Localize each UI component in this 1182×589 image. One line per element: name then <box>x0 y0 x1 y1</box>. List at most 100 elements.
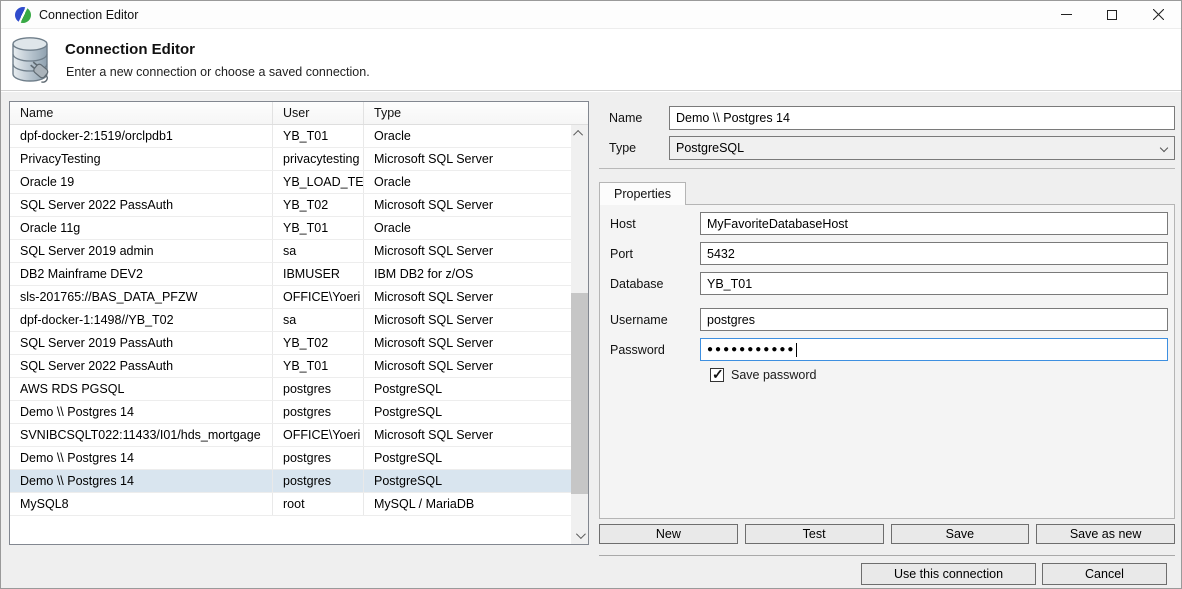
cell-type: Oracle <box>364 125 571 147</box>
cell-user: YB_LOAD_TEST <box>273 171 364 193</box>
host-input[interactable]: MyFavoriteDatabaseHost <box>700 212 1168 235</box>
footer-divider <box>599 555 1175 556</box>
scroll-down-icon[interactable] <box>571 527 588 544</box>
table-row[interactable]: Demo \\ Postgres 14 postgres PostgreSQL <box>10 470 571 493</box>
cell-user: YB_T01 <box>273 217 364 239</box>
cell-type: PostgreSQL <box>364 378 571 400</box>
table-row[interactable]: SQL Server 2022 PassAuth YB_T02 Microsof… <box>10 194 571 217</box>
table-row[interactable]: Demo \\ Postgres 14 postgres PostgreSQL <box>10 401 571 424</box>
cell-name: Demo \\ Postgres 14 <box>10 470 273 492</box>
tab-properties[interactable]: Properties <box>599 182 686 205</box>
cell-user: YB_T02 <box>273 332 364 354</box>
table-row[interactable]: Oracle 19 YB_LOAD_TEST Oracle <box>10 171 571 194</box>
cell-name: sls-201765://BAS_DATA_PFZW <box>10 286 273 308</box>
cell-type: Oracle <box>364 171 571 193</box>
cell-type: Microsoft SQL Server <box>364 309 571 331</box>
table-row[interactable]: DB2 Mainframe DEV2 IBMUSER IBM DB2 for z… <box>10 263 571 286</box>
cell-name: Demo \\ Postgres 14 <box>10 447 273 469</box>
window-controls <box>1043 1 1181 28</box>
table-scrollbar[interactable] <box>571 125 588 544</box>
cell-user: root <box>273 493 364 515</box>
cell-name: DB2 Mainframe DEV2 <box>10 263 273 285</box>
text-caret <box>796 343 797 357</box>
cell-type: Oracle <box>364 217 571 239</box>
connection-editor-panel: Name Demo \\ Postgres 14 Type PostgreSQL… <box>599 92 1175 588</box>
maximize-button[interactable] <box>1089 1 1135 28</box>
cell-type: Microsoft SQL Server <box>364 424 571 446</box>
cell-type: PostgreSQL <box>364 470 571 492</box>
save-password-row: Save password <box>710 368 1168 382</box>
cell-name: SQL Server 2022 PassAuth <box>10 355 273 377</box>
cell-type: Microsoft SQL Server <box>364 286 571 308</box>
cell-user: YB_T01 <box>273 355 364 377</box>
cell-name: Oracle 19 <box>10 171 273 193</box>
chevron-down-icon <box>1160 144 1168 152</box>
table-row[interactable]: Oracle 11g YB_T01 Oracle <box>10 217 571 240</box>
use-connection-button[interactable]: Use this connection <box>861 563 1036 585</box>
divider <box>599 168 1175 169</box>
action-button[interactable]: Save as new <box>1036 524 1175 544</box>
table-row[interactable]: SVNIBCSQLT022:11433/I01/hds_mortgage OFF… <box>10 424 571 447</box>
password-label: Password <box>610 343 700 357</box>
cell-user: sa <box>273 240 364 262</box>
table-row[interactable]: SQL Server 2019 PassAuth YB_T02 Microsof… <box>10 332 571 355</box>
table-body: dpf-docker-2:1519/orclpdb1 YB_T01 Oracle… <box>10 125 571 544</box>
host-label: Host <box>610 217 700 231</box>
table-header: Name User Type <box>10 102 588 125</box>
cell-user: OFFICE\Yoeri <box>273 424 364 446</box>
table-row[interactable]: SQL Server 2019 admin sa Microsoft SQL S… <box>10 240 571 263</box>
table-row[interactable]: AWS RDS PGSQL postgres PostgreSQL <box>10 378 571 401</box>
username-input[interactable]: postgres <box>700 308 1168 331</box>
table-row[interactable]: PrivacyTesting privacytesting Microsoft … <box>10 148 571 171</box>
cell-name: MySQL8 <box>10 493 273 515</box>
cell-user: privacytesting <box>273 148 364 170</box>
cell-type: PostgreSQL <box>364 401 571 423</box>
password-input[interactable]: ●●●●●●●●●●● <box>700 338 1168 361</box>
scrollbar-thumb[interactable] <box>571 293 588 494</box>
column-header-name[interactable]: Name <box>10 102 273 124</box>
database-input[interactable]: YB_T01 <box>700 272 1168 295</box>
cell-type: Microsoft SQL Server <box>364 148 571 170</box>
database-plug-icon <box>9 35 61 85</box>
table-row[interactable]: sls-201765://BAS_DATA_PFZW OFFICE\Yoeri … <box>10 286 571 309</box>
column-header-type[interactable]: Type <box>364 102 588 124</box>
save-password-label: Save password <box>731 368 816 382</box>
cancel-button[interactable]: Cancel <box>1042 563 1167 585</box>
port-label: Port <box>610 247 700 261</box>
username-label: Username <box>610 313 700 327</box>
name-label: Name <box>599 111 669 125</box>
action-button[interactable]: Save <box>891 524 1030 544</box>
cell-type: IBM DB2 for z/OS <box>364 263 571 285</box>
cell-user: YB_T01 <box>273 125 364 147</box>
cell-name: SVNIBCSQLT022:11433/I01/hds_mortgage <box>10 424 273 446</box>
cell-user: postgres <box>273 447 364 469</box>
table-row[interactable]: SQL Server 2022 PassAuth YB_T01 Microsof… <box>10 355 571 378</box>
column-header-user[interactable]: User <box>273 102 364 124</box>
table-row[interactable]: dpf-docker-1:1498//YB_T02 sa Microsoft S… <box>10 309 571 332</box>
app-logo-icon <box>15 7 31 23</box>
name-input[interactable]: Demo \\ Postgres 14 <box>669 106 1175 130</box>
port-input[interactable]: 5432 <box>700 242 1168 265</box>
table-row[interactable]: MySQL8 root MySQL / MariaDB <box>10 493 571 516</box>
main-area: Name User Type dpf-docker-2:1519/orclpdb… <box>1 92 1181 588</box>
scroll-up-icon[interactable] <box>571 125 588 142</box>
save-password-checkbox[interactable] <box>710 368 724 382</box>
minimize-button[interactable] <box>1043 1 1089 28</box>
type-select[interactable]: PostgreSQL <box>669 136 1175 160</box>
action-button[interactable]: Test <box>745 524 884 544</box>
cell-user: YB_T02 <box>273 194 364 216</box>
close-button[interactable] <box>1135 1 1181 28</box>
title-bar: Connection Editor <box>1 1 1181 29</box>
cell-type: MySQL / MariaDB <box>364 493 571 515</box>
cell-name: AWS RDS PGSQL <box>10 378 273 400</box>
cell-user: OFFICE\Yoeri <box>273 286 364 308</box>
cell-type: Microsoft SQL Server <box>364 332 571 354</box>
table-row[interactable]: dpf-docker-2:1519/orclpdb1 YB_T01 Oracle <box>10 125 571 148</box>
cell-type: PostgreSQL <box>364 447 571 469</box>
table-row[interactable]: Demo \\ Postgres 14 postgres PostgreSQL <box>10 447 571 470</box>
action-button[interactable]: New <box>599 524 738 544</box>
cell-name: dpf-docker-2:1519/orclpdb1 <box>10 125 273 147</box>
cell-name: dpf-docker-1:1498//YB_T02 <box>10 309 273 331</box>
cell-type: Microsoft SQL Server <box>364 355 571 377</box>
window-title: Connection Editor <box>39 8 1043 22</box>
